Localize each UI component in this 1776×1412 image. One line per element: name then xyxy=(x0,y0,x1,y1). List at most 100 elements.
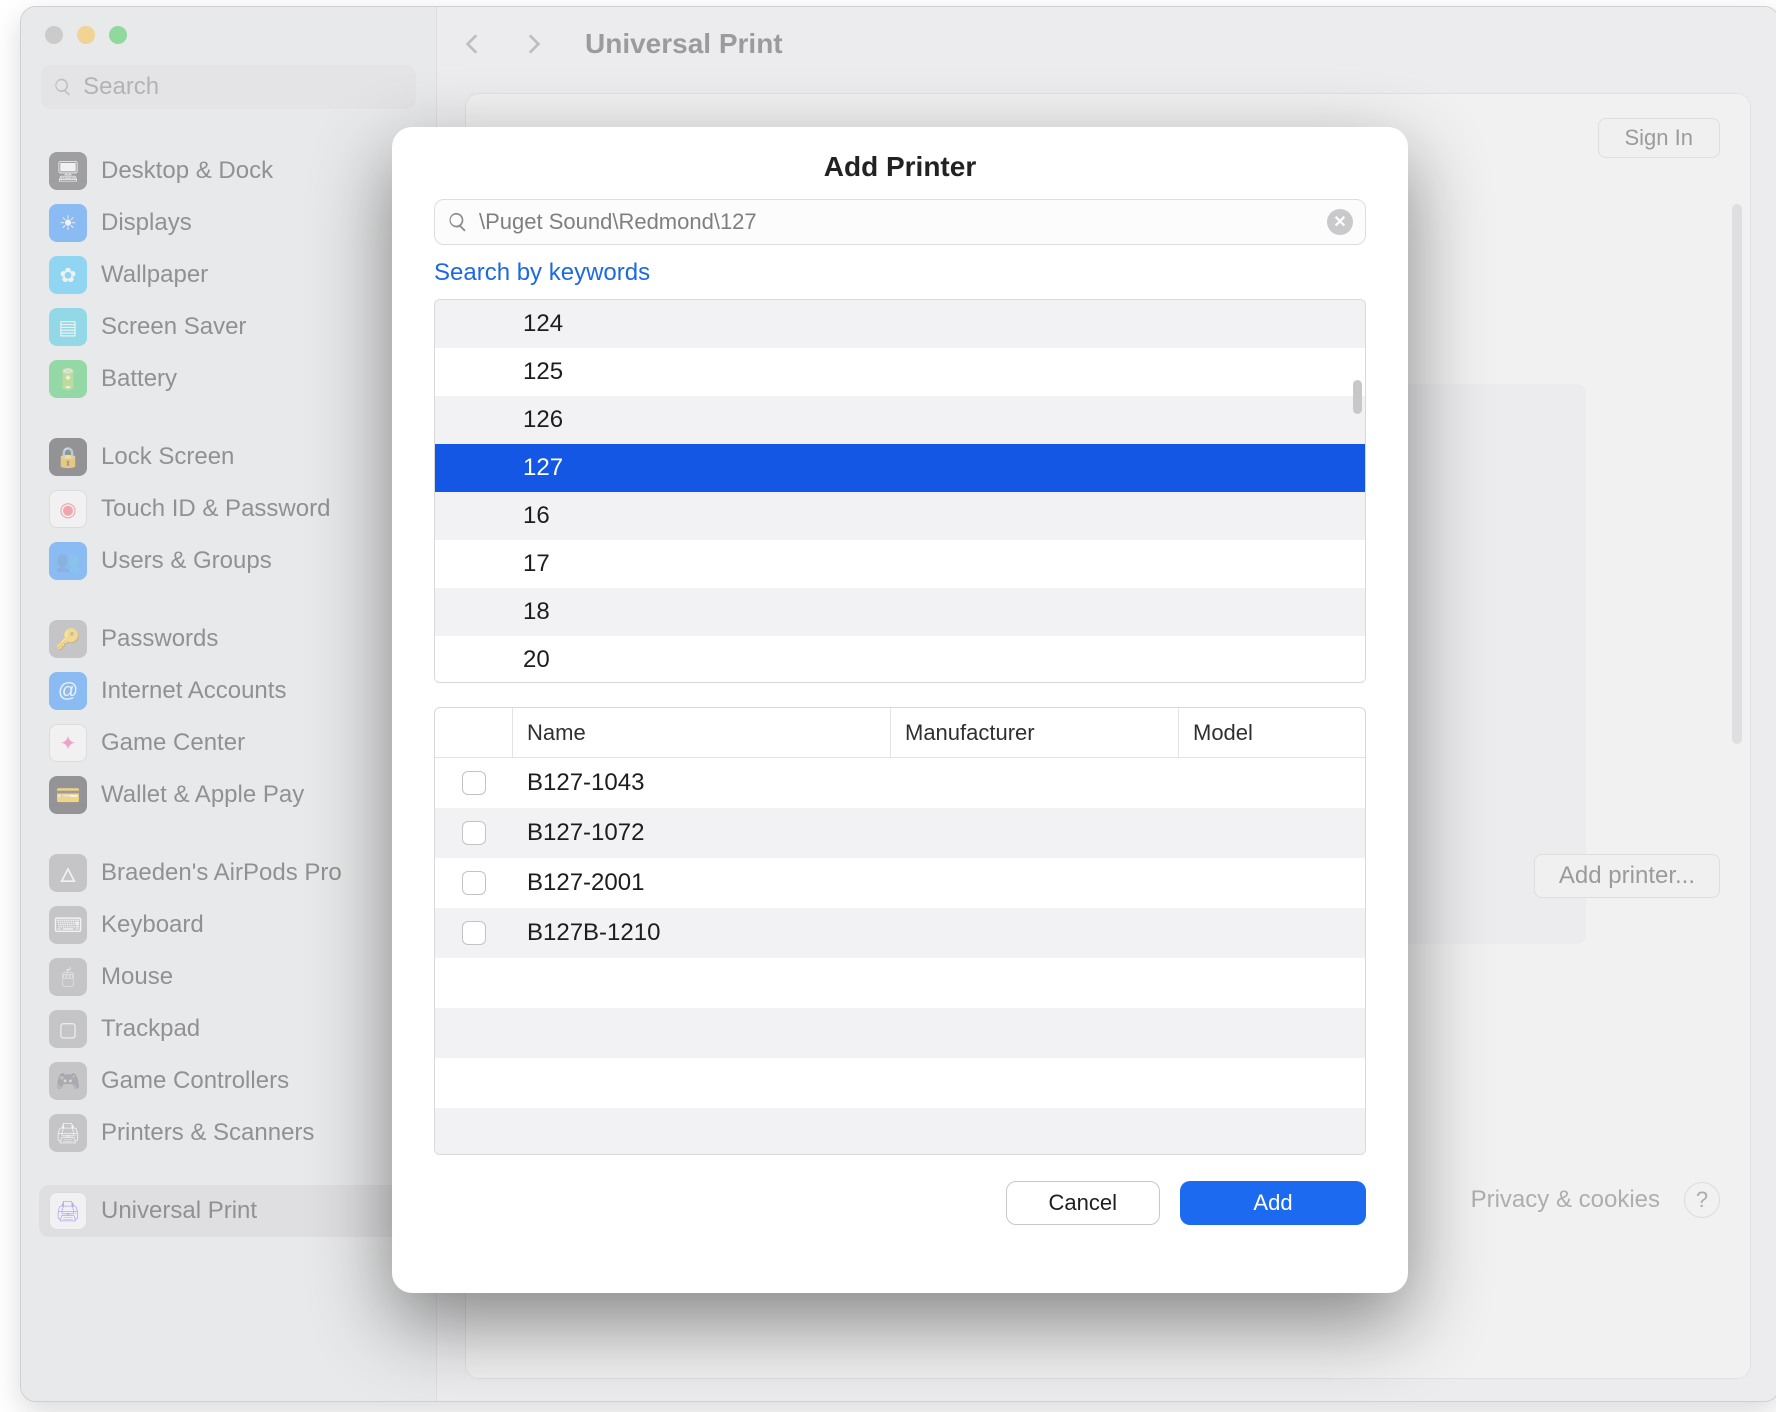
search-icon xyxy=(53,76,73,98)
printer-search[interactable]: ✕ xyxy=(434,199,1366,245)
location-item[interactable]: 126 xyxy=(435,396,1365,444)
search-by-keywords-link[interactable]: Search by keywords xyxy=(434,259,1366,287)
sidebar-item-icon: ⌨ xyxy=(49,906,87,944)
sidebar-item[interactable]: 🎮 Game Controllers xyxy=(39,1055,418,1107)
printer-name: B127-1043 xyxy=(513,769,891,797)
location-item[interactable]: 18 xyxy=(435,588,1365,636)
sidebar-item[interactable]: ✿ Wallpaper xyxy=(39,249,418,301)
sidebar-item-label: Passwords xyxy=(101,625,218,653)
add-printer-button[interactable]: Add printer... xyxy=(1534,854,1720,898)
sidebar: 🖥Desktop & Dock☀Displays ✿ Wallpaper ▤ Scree… xyxy=(21,7,437,1401)
sidebar-search[interactable] xyxy=(41,65,416,109)
sidebar-item-icon: ✦ xyxy=(49,724,87,762)
sidebar-item-icon: 🖨 xyxy=(49,1192,87,1230)
sidebar-item[interactable]: 🔋Battery xyxy=(39,353,418,405)
sidebar-item-icon: 🔋 xyxy=(49,360,87,398)
add-button[interactable]: Add xyxy=(1180,1181,1366,1225)
sidebar-item-label: Universal Print xyxy=(101,1197,257,1225)
column-manufacturer[interactable]: Manufacturer xyxy=(891,708,1179,757)
window-minimize-button[interactable] xyxy=(77,26,95,44)
column-model[interactable]: Model xyxy=(1179,708,1365,757)
printer-checkbox[interactable] xyxy=(462,871,486,895)
sidebar-item[interactable]: ☀Displays xyxy=(39,197,418,249)
privacy-link[interactable]: Privacy & cookies xyxy=(1471,1186,1660,1214)
printer-checkbox[interactable] xyxy=(462,771,486,795)
sidebar-item[interactable]: ⌨ Keyboard xyxy=(39,899,418,951)
printer-row[interactable]: B127-1072 xyxy=(435,808,1365,858)
sidebar-item[interactable]: 🖨Printers & Scanners xyxy=(39,1107,418,1159)
sidebar-item-icon: 🖨 xyxy=(49,1114,87,1152)
signin-button[interactable]: Sign In xyxy=(1598,118,1721,158)
printer-row[interactable]: B127-1043 xyxy=(435,758,1365,808)
sidebar-item[interactable]: ✦ Game Center xyxy=(39,717,418,769)
printer-row xyxy=(435,1058,1365,1108)
location-list: 12412512612716171820 xyxy=(434,299,1366,683)
sidebar-item-label: Displays xyxy=(101,209,192,237)
sidebar-item-icon: 🎮 xyxy=(49,1062,87,1100)
sidebar-item-label: Keyboard xyxy=(101,911,204,939)
printer-checkbox[interactable] xyxy=(462,821,486,845)
sidebar-search-input[interactable] xyxy=(83,73,404,101)
sidebar-item[interactable]: 🔒Lock Screen xyxy=(39,431,418,483)
window-zoom-button[interactable] xyxy=(109,26,127,44)
printer-name: B127B-1210 xyxy=(513,919,891,947)
search-icon xyxy=(447,211,469,233)
sidebar-item-label: Trackpad xyxy=(101,1015,200,1043)
column-name[interactable]: Name xyxy=(513,708,891,757)
sidebar-item[interactable]: 👥 Users & Groups xyxy=(39,535,418,587)
location-item[interactable]: 125 xyxy=(435,348,1365,396)
printer-row[interactable]: B127-2001 xyxy=(435,858,1365,908)
sidebar-item-icon: ▢ xyxy=(49,1010,87,1048)
settings-window: 🖥Desktop & Dock☀Displays ✿ Wallpaper ▤ Scree… xyxy=(20,6,1776,1402)
location-item[interactable]: 124 xyxy=(435,300,1365,348)
sidebar-item[interactable]: 🖱Mouse xyxy=(39,951,418,1003)
clear-search-button[interactable]: ✕ xyxy=(1327,209,1353,235)
printer-row xyxy=(435,958,1365,1008)
sidebar-item-icon: 🔑 xyxy=(49,620,87,658)
printer-table-header: Name Manufacturer Model xyxy=(435,708,1365,758)
location-item[interactable]: 17 xyxy=(435,540,1365,588)
location-item[interactable]: 16 xyxy=(435,492,1365,540)
sidebar-item[interactable]: 🖥Desktop & Dock xyxy=(39,145,418,197)
sidebar-item[interactable]: 💳Wallet & Apple Pay xyxy=(39,769,418,821)
sidebar-item-label: Wallpaper xyxy=(101,261,208,289)
location-item[interactable]: 20 xyxy=(435,636,1365,683)
nav-back-button[interactable] xyxy=(457,28,489,60)
title-bar: Universal Print xyxy=(437,7,1776,81)
sidebar-item-label: Game Controllers xyxy=(101,1067,289,1095)
window-controls xyxy=(21,15,436,55)
printer-search-input[interactable] xyxy=(479,209,1327,235)
content-scrollbar[interactable] xyxy=(1732,204,1742,744)
help-button[interactable]: ? xyxy=(1684,1182,1720,1218)
printer-name: B127-1072 xyxy=(513,819,891,847)
sidebar-item-label: Internet Accounts xyxy=(101,677,286,705)
printer-row xyxy=(435,1108,1365,1155)
sidebar-item[interactable]: ◉ Touch ID & Password xyxy=(39,483,418,535)
location-list-scrollbar[interactable] xyxy=(1353,380,1362,414)
sidebar-item-icon: ✿ xyxy=(49,256,87,294)
sidebar-item-label: Users & Groups xyxy=(101,547,272,575)
sidebar-item-universal-print[interactable]: 🖨 Universal Print xyxy=(39,1185,418,1237)
printer-row[interactable]: B127B-1210 xyxy=(435,908,1365,958)
sidebar-item-icon: 🖱 xyxy=(49,958,87,996)
cancel-button[interactable]: Cancel xyxy=(1006,1181,1160,1225)
sidebar-item[interactable]: ▢ Trackpad xyxy=(39,1003,418,1055)
sidebar-item[interactable]: @Internet Accounts xyxy=(39,665,418,717)
location-item[interactable]: 127 xyxy=(435,444,1365,492)
sidebar-item-icon: 🖥 xyxy=(49,152,87,190)
sidebar-item-label: Wallet & Apple Pay xyxy=(101,781,304,809)
sidebar-item-label: Game Center xyxy=(101,729,245,757)
sidebar-item-icon: ◉ xyxy=(49,490,87,528)
sidebar-item-label: Screen Saver xyxy=(101,313,246,341)
nav-forward-button[interactable] xyxy=(517,28,549,60)
sidebar-item-icon: 🔒 xyxy=(49,438,87,476)
sidebar-item-label: Touch ID & Password xyxy=(101,495,330,523)
printer-checkbox[interactable] xyxy=(462,921,486,945)
sidebar-item[interactable]: ▤ Screen Saver xyxy=(39,301,418,353)
sidebar-item[interactable]: 🜂Braeden's AirPods Pro xyxy=(39,847,418,899)
window-close-button[interactable] xyxy=(45,26,63,44)
sidebar-item[interactable]: 🔑 Passwords xyxy=(39,613,418,665)
sidebar-item-icon: 🜂 xyxy=(49,854,87,892)
sidebar-item-icon: ▤ xyxy=(49,308,87,346)
sidebar-item-icon: 👥 xyxy=(49,542,87,580)
